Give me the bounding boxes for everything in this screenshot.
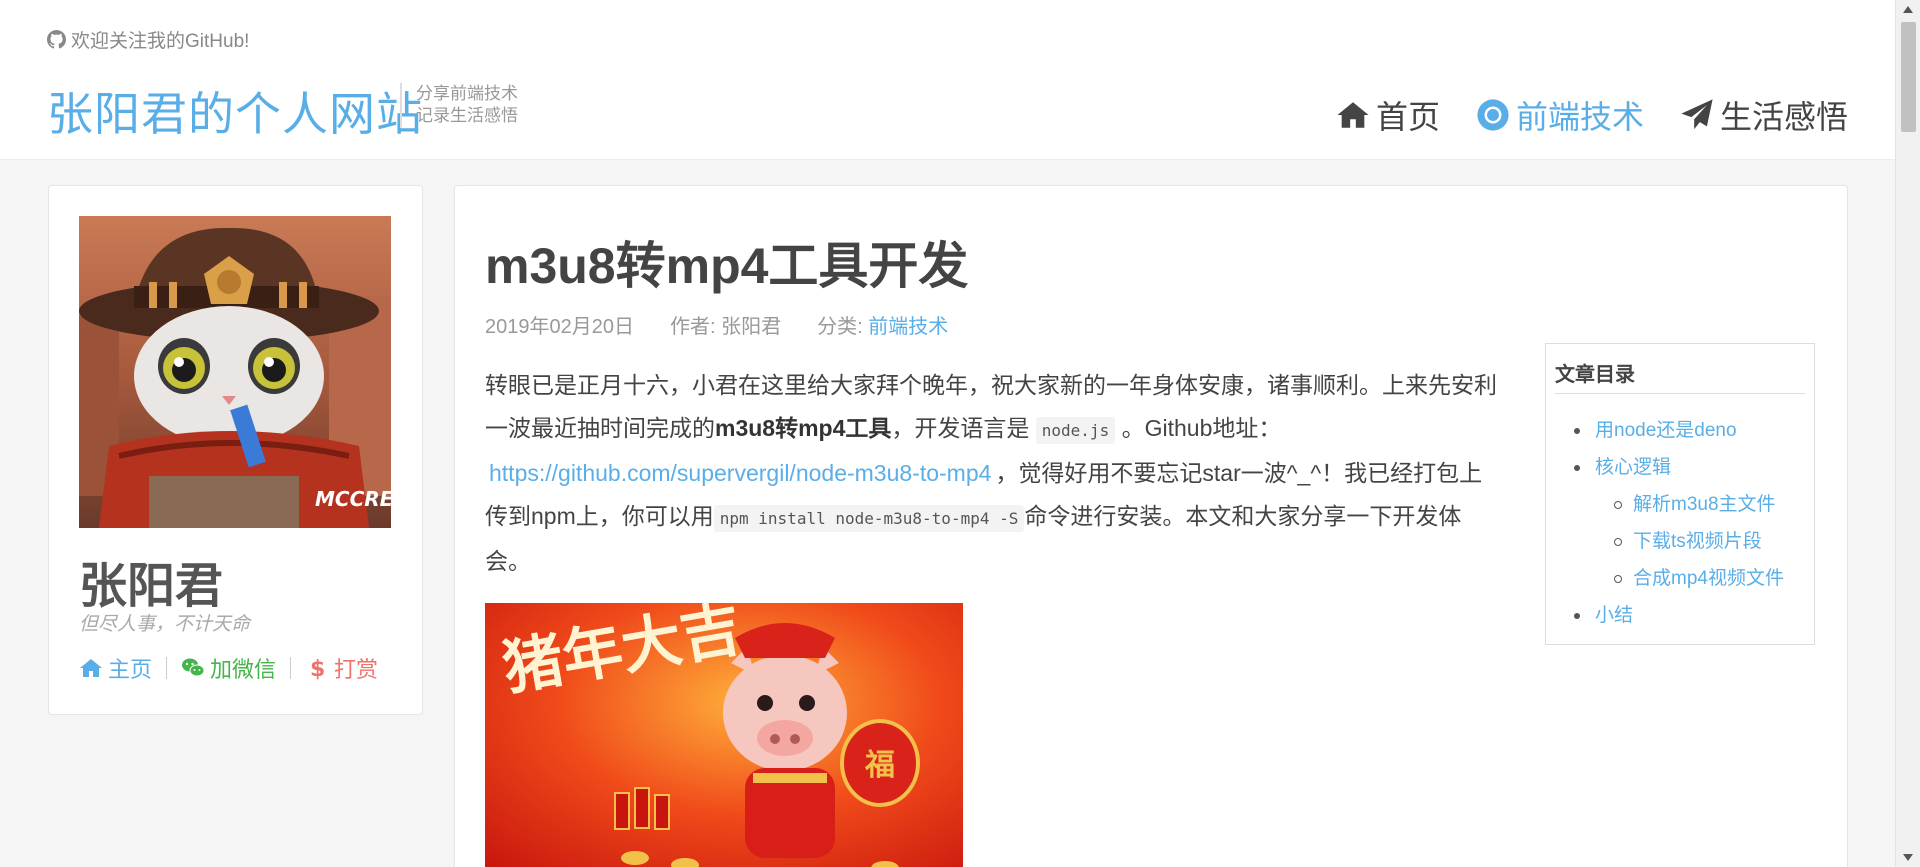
toc-item-core-logic[interactable]: 核心逻辑 解析m3u8主文件 下载ts视频片段 合成mp4视频文件 (1555, 449, 1805, 597)
para-bold: m3u8转mp4工具 (715, 415, 892, 441)
github-icon (47, 30, 66, 49)
article-title: m3u8转mp4工具开发 (485, 238, 969, 294)
tagline-line-2: 记录生活感悟 (416, 106, 518, 125)
article-image: 猪年大吉 福 (485, 603, 963, 867)
profile-name: 张阳君 (79, 560, 224, 613)
profile-home-label: 主页 (108, 657, 153, 682)
page-scrollbar[interactable] (1895, 0, 1920, 867)
dollar-icon: $ (310, 657, 325, 680)
toc-item-core-logic-label: 核心逻辑 (1595, 457, 1672, 478)
profile-links: 主页 加微信 $ 打赏 (79, 652, 378, 684)
para-text-3: 。Github地址： (1121, 415, 1282, 441)
lantern-text: 福 (864, 748, 895, 783)
site-header: 欢迎关注我的GitHub! 张阳君的个人网站 分享前端技术 记录生活感悟 首页 … (0, 0, 1895, 160)
wechat-icon (182, 658, 205, 677)
chrome-icon (1477, 99, 1509, 131)
tagline-line-1: 分享前端技术 (416, 84, 518, 103)
avatar-image: MCCREE (79, 216, 391, 528)
article-category-link[interactable]: 前端技术 (868, 316, 948, 338)
paper-plane-icon (1681, 99, 1713, 130)
nav-life-label: 生活感悟 (1719, 99, 1848, 135)
nav-home[interactable]: 首页 (1336, 92, 1440, 138)
svg-text:$: $ (310, 657, 325, 680)
toc-item-parse-m3u8[interactable]: 解析m3u8主文件 (1595, 486, 1805, 523)
scroll-thumb[interactable] (1901, 22, 1916, 132)
link-divider (166, 657, 168, 679)
profile-wechat-link[interactable]: 加微信 (181, 652, 276, 684)
profile-wechat-label: 加微信 (210, 657, 277, 682)
github-follow-text: 欢迎关注我的GitHub! (71, 31, 250, 52)
avatar-caption: MCCREE (315, 487, 391, 511)
article-author: 作者: 张阳君 (669, 316, 782, 338)
inline-code-node: node.js (1035, 417, 1116, 444)
github-repo-link[interactable]: https://github.com/supervergil/node-m3u8… (485, 460, 995, 486)
profile-card: MCCREE 张阳君 但尽人事，不计天命 主页 加微信 $ 打赏 (48, 185, 423, 715)
main-nav: 首页 前端技术 生活感悟 (1336, 92, 1848, 138)
article-card: m3u8转mp4工具开发 2019年02月20日 作者: 张阳君 分类: 前端技… (454, 185, 1848, 867)
article-category: 分类: 前端技术 (817, 310, 948, 339)
scroll-up-arrow-icon[interactable] (1903, 6, 1913, 13)
profile-home-link[interactable]: 主页 (79, 652, 152, 684)
toc-item-node-or-deno[interactable]: 用node还是deno (1555, 412, 1805, 449)
toc-item-summary[interactable]: 小结 (1555, 597, 1805, 634)
title-divider (400, 83, 402, 128)
home-icon (1337, 102, 1369, 128)
article-category-label: 分类: (817, 316, 863, 338)
para-text-2: ，开发语言是 (891, 415, 1030, 441)
article-paragraph: 转眼已是正月十六，小君在这里给大家拜个晚年，祝大家新的一年身体安康，诸事顺利。上… (485, 364, 1505, 583)
avatar: MCCREE (79, 216, 391, 528)
profile-reward-label: 打赏 (334, 657, 379, 682)
nav-life[interactable]: 生活感悟 (1680, 92, 1848, 138)
nav-home-label: 首页 (1375, 99, 1440, 135)
toc-sublist: 解析m3u8主文件 下载ts视频片段 合成mp4视频文件 (1595, 486, 1805, 597)
toc-title: 文章目录 (1555, 358, 1805, 394)
toc-list: 用node还是deno 核心逻辑 解析m3u8主文件 下载ts视频片段 合成mp… (1555, 412, 1805, 634)
github-follow-link[interactable]: 欢迎关注我的GitHub! (47, 26, 249, 53)
home-icon (80, 659, 102, 677)
article-meta: 2019年02月20日 作者: 张阳君 分类: 前端技术 (485, 310, 948, 339)
site-tagline: 分享前端技术 记录生活感悟 (416, 83, 518, 127)
toc-item-merge-mp4[interactable]: 合成mp4视频文件 (1595, 560, 1805, 597)
link-divider (290, 657, 292, 679)
article-date: 2019年02月20日 (485, 316, 634, 338)
nav-frontend[interactable]: 前端技术 (1476, 92, 1644, 138)
inline-code-npm: npm install node-m3u8-to-mp4 -S (713, 505, 1025, 532)
toc-item-download-ts[interactable]: 下载ts视频片段 (1595, 523, 1805, 560)
scroll-down-arrow-icon[interactable] (1903, 854, 1913, 861)
nav-frontend-label: 前端技术 (1515, 99, 1644, 135)
profile-reward-link[interactable]: $ 打赏 (305, 652, 378, 684)
site-title[interactable]: 张阳君的个人网站 (47, 78, 423, 144)
profile-motto: 但尽人事，不计天命 (79, 614, 251, 635)
table-of-contents: 文章目录 用node还是deno 核心逻辑 解析m3u8主文件 下载ts视频片段… (1545, 343, 1815, 645)
